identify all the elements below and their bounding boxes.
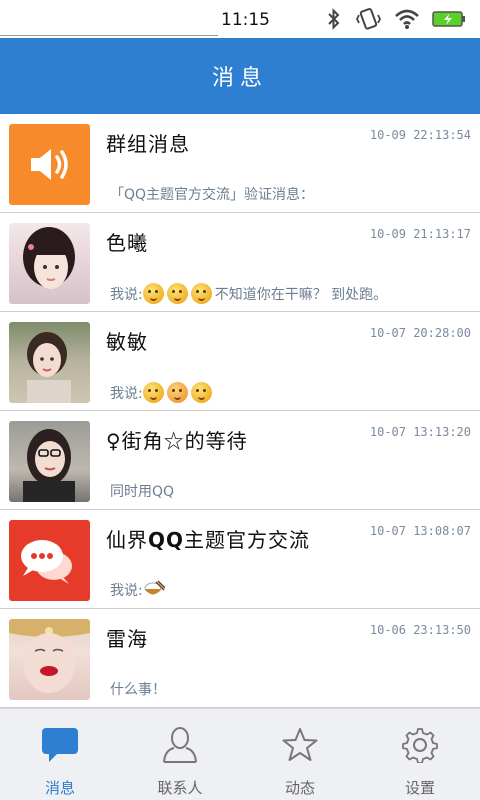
status-icons <box>324 6 466 32</box>
page-title: 消息 <box>211 66 268 91</box>
preview-text: 同时用QQ <box>110 484 175 500</box>
speaker-icon <box>9 124 90 205</box>
grin-emoji-icon <box>142 283 164 304</box>
conversation-name: 仙界QQ主题官方交流 <box>106 528 311 552</box>
conversation-preview: 我说: <box>110 580 166 600</box>
avatar <box>9 322 90 403</box>
chat-bubbles-icon <box>9 520 90 601</box>
tab-label: 联系人 <box>157 779 203 797</box>
conversation-time: 10-07 13:08:07 <box>369 524 471 538</box>
conversation-name: 敏敏 <box>106 330 148 354</box>
preview-prefix: 我说: <box>110 583 143 599</box>
status-bar: 11:15 <box>0 0 480 38</box>
tab-label: 消息 <box>44 779 75 797</box>
angry-emoji-icon <box>166 382 188 403</box>
preview-prefix: 我说: <box>110 385 143 402</box>
conversation-item[interactable]: 雷海 10-06 23:13:50 什么事！ <box>0 609 480 708</box>
conversation-list: 群组消息 10-09 22:13:54 「QQ主题官方交流」验证消息： 色曦 1… <box>0 114 480 708</box>
tab-label: 动态 <box>284 779 315 797</box>
tab-label: 设置 <box>404 779 435 797</box>
conversation-item[interactable]: 群组消息 10-09 22:13:54 「QQ主题官方交流」验证消息： <box>0 114 480 213</box>
conversation-preview: 什么事！ <box>110 679 166 699</box>
wifi-icon <box>394 8 420 30</box>
battery-charging-icon <box>432 10 466 28</box>
conversation-preview: 同时用QQ <box>110 481 174 501</box>
tab-feed[interactable]: 动态 <box>240 709 360 800</box>
avatar <box>9 223 90 304</box>
preview-prefix: 我说: <box>110 286 143 303</box>
conversation-preview: 我说: <box>110 382 215 403</box>
bottom-tab-bar: 消息 联系人 动态 设置 <box>0 708 480 800</box>
preview-text: 什么事！ <box>110 682 166 698</box>
conversation-preview: 我说: 不知道你在干嘛？ 到处跑。 <box>110 283 387 304</box>
app-header: 消息 <box>0 38 480 114</box>
conversation-time: 10-07 13:13:20 <box>369 425 471 439</box>
star-icon <box>281 727 319 767</box>
status-divider <box>0 35 218 36</box>
conversation-item[interactable]: ♀街角☆的等待 10-07 13:13:20 同时用QQ <box>0 411 480 510</box>
conversation-time: 10-09 22:13:54 <box>369 128 471 142</box>
grin-emoji-icon <box>190 283 212 304</box>
gear-icon <box>401 727 439 767</box>
grin-emoji-icon <box>190 382 212 403</box>
smile-emoji-icon <box>142 382 164 403</box>
conversation-preview: 「QQ主题官方交流」验证消息： <box>110 184 314 204</box>
chat-bubble-icon <box>41 727 79 767</box>
conversation-item[interactable]: 仙界QQ主题官方交流 10-07 13:08:07 我说: <box>0 510 480 609</box>
avatar <box>9 421 90 502</box>
preview-text: 「QQ主题官方交流」验证消息： <box>110 187 315 203</box>
conversation-name: 群组消息 <box>106 132 190 156</box>
tab-settings[interactable]: 设置 <box>360 709 480 800</box>
preview-text: 不知道你在干嘛？ 到处跑。 <box>214 286 388 303</box>
conversation-item[interactable]: 敏敏 10-07 20:28:00 我说: <box>0 312 480 411</box>
conversation-time: 10-06 23:13:50 <box>369 623 471 637</box>
grin-emoji-icon <box>166 283 188 304</box>
conversation-name: ♀街角☆的等待 <box>106 429 248 453</box>
conversation-item[interactable]: 色曦 10-09 21:13:17 我说: 不知道你在干嘛？ 到处跑。 <box>0 213 480 312</box>
conversation-time: 10-07 20:28:00 <box>369 326 471 340</box>
rice-bowl-emoji-icon <box>143 580 166 600</box>
status-time: 11:15 <box>221 10 270 30</box>
conversation-name: 色曦 <box>106 231 148 255</box>
person-icon <box>161 727 199 767</box>
avatar <box>9 619 90 700</box>
conversation-name: 雷海 <box>106 627 148 651</box>
bluetooth-icon <box>324 8 344 30</box>
conversation-time: 10-09 21:13:17 <box>369 227 471 241</box>
vibrate-icon <box>356 7 382 31</box>
tab-contacts[interactable]: 联系人 <box>120 709 240 800</box>
tab-messages[interactable]: 消息 <box>0 709 120 800</box>
